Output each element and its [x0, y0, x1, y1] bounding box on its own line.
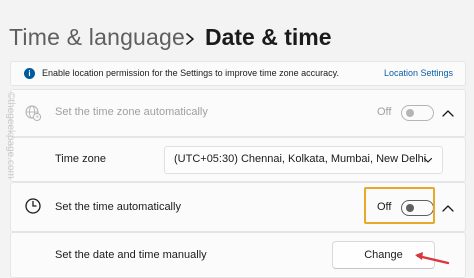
- toggle-knob: [406, 109, 414, 117]
- breadcrumb-parent[interactable]: Time & language: [9, 24, 185, 51]
- location-settings-link[interactable]: Location Settings: [384, 68, 453, 78]
- red-arrow-annotation: [415, 252, 450, 265]
- time-zone-label: Time zone: [55, 153, 106, 165]
- location-info-banner: i Enable location permission for the Set…: [10, 61, 466, 86]
- time-zone-dropdown[interactable]: (UTC+05:30) Chennai, Kolkata, Mumbai, Ne…: [164, 146, 443, 174]
- clock-icon: [25, 198, 41, 214]
- watermark-text: ©thegeekpage.com: [5, 92, 16, 179]
- time-zone-toggle-state: Off: [377, 106, 392, 118]
- time-zone-row: Time zone (UTC+05:30) Chennai, Kolkata, …: [10, 137, 466, 182]
- set-date-time-manually-label: Set the date and time manually: [55, 249, 207, 261]
- set-time-zone-automatically-label: Set the time zone automatically: [55, 106, 208, 118]
- toggle-highlight-box: [364, 187, 435, 224]
- set-time-automatically-label: Set the time automatically: [55, 201, 181, 213]
- chevron-down-icon: [423, 157, 433, 163]
- banner-text: Enable location permission for the Setti…: [42, 68, 339, 78]
- chevron-up-icon[interactable]: [441, 108, 455, 118]
- globe-clock-icon: [25, 105, 42, 122]
- watermark: ©thegeekpage.com: [4, 92, 18, 212]
- chevron-right-icon: [186, 33, 194, 45]
- page-title: Date & time: [205, 24, 332, 50]
- time-zone-auto-toggle: [401, 105, 434, 121]
- chevron-up-icon[interactable]: [441, 203, 455, 213]
- time-zone-selected-value: (UTC+05:30) Chennai, Kolkata, Mumbai, Ne…: [174, 153, 427, 165]
- info-icon: i: [24, 68, 35, 79]
- set-time-zone-automatically-row: Set the time zone automatically Off: [10, 89, 466, 137]
